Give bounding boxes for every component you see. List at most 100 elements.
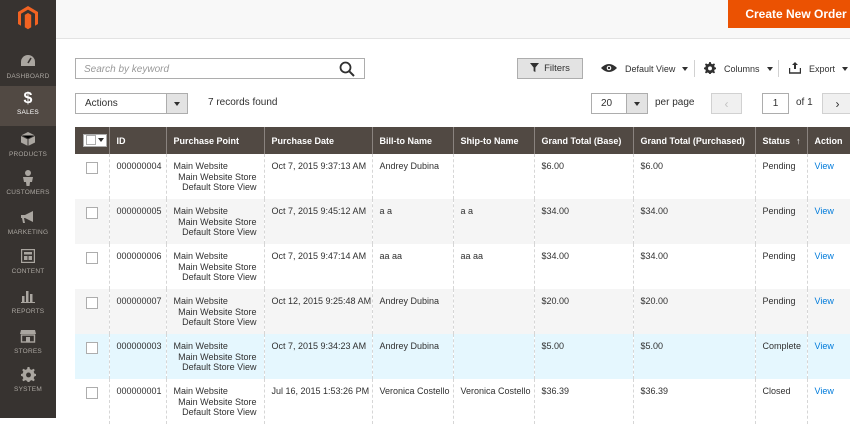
row-checkbox[interactable]: [86, 252, 98, 264]
column-header-ship-to-name[interactable]: Ship-to Name: [452, 127, 534, 154]
row-checkbox[interactable]: [86, 207, 98, 219]
sidebar-item-system[interactable]: SYSTEM: [0, 363, 56, 403]
status-header-label: Status: [762, 135, 791, 146]
records-found-count: 7 records found: [208, 97, 278, 108]
column-header-grand-total-base[interactable]: Grand Total (Base): [533, 127, 633, 154]
layout-icon: [0, 248, 56, 267]
row-checkbox[interactable]: [86, 297, 98, 309]
per-page-select[interactable]: 20: [591, 93, 648, 114]
mass-select-header[interactable]: [75, 127, 109, 154]
chevron-down-icon: [634, 101, 640, 106]
table-row[interactable]: 000000006 Main Website Main Website Store…: [75, 244, 850, 289]
actions-label: Actions: [85, 98, 118, 109]
cube-icon: [0, 132, 56, 150]
search-icon[interactable]: [339, 61, 355, 77]
purchase-date: Oct 7, 2015 9:34:23 AM: [263, 334, 372, 379]
page-number-input[interactable]: [762, 93, 789, 114]
mass-select-checkbox[interactable]: [83, 133, 107, 147]
table-row[interactable]: 000000005 Main Website Main Website Store…: [75, 199, 850, 244]
sidebar-item-label: SALES: [17, 109, 39, 116]
view-link[interactable]: View: [815, 161, 834, 171]
default-view-dropdown[interactable]: Default View: [601, 58, 689, 79]
per-page-label: per page: [655, 97, 695, 108]
grand-total-base: $6.00: [533, 154, 633, 199]
sidebar-item-marketing[interactable]: MARKETING: [0, 206, 56, 246]
sidebar-item-content[interactable]: CONTENT: [0, 245, 56, 285]
filters-button[interactable]: Filters: [517, 58, 583, 79]
gear-icon: [0, 367, 56, 385]
ship-to-name: Veronica Costello: [452, 379, 534, 424]
column-header-purchase-point[interactable]: Purchase Point: [165, 127, 264, 154]
dollar-icon: $: [23, 90, 33, 107]
website: Main Website: [173, 296, 228, 306]
column-header-grand-total-purchased[interactable]: Grand Total (Purchased): [632, 127, 755, 154]
row-checkbox[interactable]: [86, 162, 98, 174]
column-header-status[interactable]: Status ↑: [754, 127, 807, 154]
magento-logo-icon[interactable]: [0, 0, 56, 36]
table-row[interactable]: 000000007 Main Website Main Website Store…: [75, 289, 850, 334]
row-checkbox[interactable]: [86, 342, 98, 354]
order-id: 000000003: [108, 334, 166, 379]
column-header-purchase-date[interactable]: Purchase Date: [263, 127, 372, 154]
storefront-icon: [0, 329, 56, 347]
column-header-action: Action: [806, 127, 850, 154]
website: Main Website: [173, 386, 228, 396]
view-link[interactable]: View: [815, 341, 834, 351]
toolbar-divider: [694, 60, 695, 77]
previous-page-button[interactable]: ‹: [711, 93, 742, 114]
status-badge: Pending: [754, 289, 807, 334]
sidebar-item-label: REPORTS: [11, 308, 45, 315]
create-new-order-button[interactable]: Create New Order: [728, 0, 850, 28]
per-page-value: 20: [601, 98, 613, 109]
sidebar-item-stores[interactable]: STORES: [0, 325, 56, 365]
toolbar-divider: [778, 60, 779, 77]
status-badge: Pending: [754, 244, 807, 289]
export-dropdown[interactable]: Export: [788, 58, 849, 79]
order-id: 000000001: [108, 379, 166, 424]
purchase-date: Oct 7, 2015 9:47:14 AM: [263, 244, 372, 289]
view-link[interactable]: View: [815, 296, 834, 306]
table-row[interactable]: 000000001 Main Website Main Website Store…: [75, 379, 850, 424]
ship-to-name: [452, 289, 534, 334]
view-link[interactable]: View: [815, 386, 834, 396]
purchase-point: Main Website Main Website Store Default St…: [165, 289, 264, 334]
grand-total-base: $34.00: [533, 199, 633, 244]
view-link[interactable]: View: [815, 206, 834, 216]
grand-total-purchased: $6.00: [632, 154, 755, 199]
search-input[interactable]: [76, 60, 342, 79]
sidebar-item-products[interactable]: PRODUCTS: [0, 128, 56, 168]
sidebar-item-label: PRODUCTS: [8, 151, 48, 158]
search-box: [75, 58, 365, 79]
sidebar-item-label: CONTENT: [11, 268, 45, 275]
status-badge: Closed: [754, 379, 807, 424]
dropdown-toggle[interactable]: [626, 94, 647, 113]
table-row[interactable]: 000000003 Main Website Main Website Store…: [75, 334, 850, 379]
column-header-id[interactable]: ID: [108, 127, 166, 154]
next-page-button[interactable]: ›: [822, 93, 850, 114]
table-row[interactable]: 000000004 Main Website Main Website Store…: [75, 154, 850, 199]
store-view: Default Store View: [182, 407, 257, 417]
page-count: of 1: [796, 97, 813, 108]
sidebar-item-customers[interactable]: CUSTOMERS: [0, 166, 56, 206]
columns-dropdown[interactable]: Columns: [704, 58, 773, 79]
row-checkbox[interactable]: [86, 387, 98, 399]
actions-dropdown[interactable]: Actions: [75, 93, 188, 114]
sidebar-item-sales[interactable]: $ SALES: [0, 86, 56, 126]
sidebar-item-reports[interactable]: REPORTS: [0, 285, 56, 325]
sidebar-item-dashboard[interactable]: DASHBOARD: [0, 50, 56, 90]
store: Main Website Store: [178, 351, 257, 362]
order-id: 000000006: [108, 244, 166, 289]
sidebar-item-label: DASHBOARD: [6, 73, 50, 80]
purchase-point: Main Website Main Website Store Default St…: [165, 244, 264, 289]
view-link[interactable]: View: [815, 251, 834, 261]
column-header-bill-to-name[interactable]: Bill-to Name: [371, 127, 453, 154]
filters-label: Filters: [544, 63, 570, 74]
store: Main Website Store: [178, 216, 257, 227]
sort-arrow-icon: ↑: [796, 135, 801, 146]
sidebar-item-label: MARKETING: [7, 229, 49, 236]
store-view: Default Store View: [182, 317, 257, 327]
website: Main Website: [173, 251, 228, 261]
page-header: Create New Order: [56, 0, 850, 39]
dropdown-toggle[interactable]: [166, 94, 187, 113]
chevron-down-icon: [174, 101, 180, 106]
